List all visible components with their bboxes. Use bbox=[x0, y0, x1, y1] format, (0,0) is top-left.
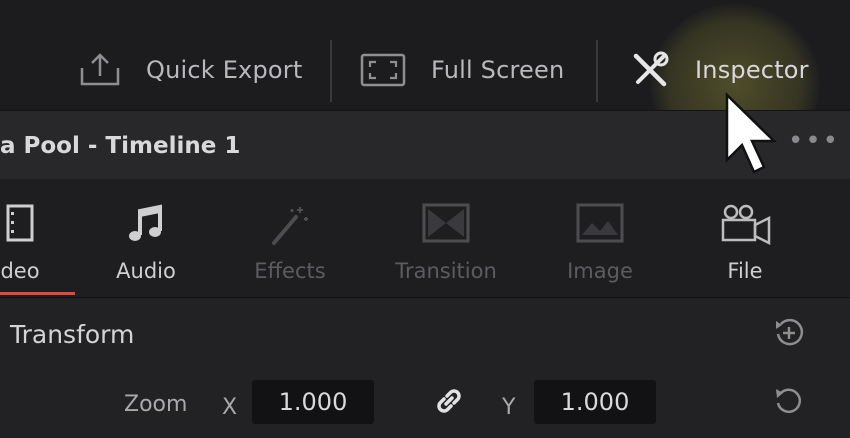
toolbar-divider bbox=[330, 40, 332, 102]
zoom-y-label: Y bbox=[502, 395, 516, 420]
export-upload-icon bbox=[78, 52, 122, 88]
audio-icon bbox=[100, 203, 192, 245]
tab-audio-label: Audio bbox=[116, 259, 176, 283]
tab-image[interactable]: Image bbox=[554, 179, 646, 297]
zoom-x-label: X bbox=[222, 395, 238, 420]
more-options-button[interactable]: ••• bbox=[788, 128, 840, 154]
tab-video-label: deo bbox=[0, 259, 40, 283]
video-icon bbox=[0, 203, 60, 245]
tab-effects[interactable]: Effects bbox=[240, 179, 340, 297]
add-keyframe-icon[interactable] bbox=[772, 316, 806, 354]
zoom-x-field[interactable]: 1.000 bbox=[252, 380, 374, 424]
tab-file[interactable]: File bbox=[700, 179, 790, 297]
tab-file-label: File bbox=[727, 259, 763, 283]
active-tab-indicator bbox=[0, 292, 75, 295]
toolbar-divider bbox=[596, 40, 598, 102]
top-toolbar: Quick Export Full Screen Inspector bbox=[0, 0, 850, 164]
tab-transition[interactable]: Transition bbox=[378, 179, 514, 297]
transform-section-title: Transform bbox=[10, 320, 135, 349]
zoom-label: Zoom bbox=[124, 392, 188, 417]
inspector-title-bar: a Pool - Timeline 1 bbox=[0, 110, 850, 180]
quick-export-label: Quick Export bbox=[146, 56, 303, 84]
zoom-y-field[interactable]: 1.000 bbox=[534, 380, 656, 424]
image-icon bbox=[554, 203, 646, 245]
full-screen-icon bbox=[360, 53, 406, 87]
transition-icon bbox=[378, 203, 514, 245]
tab-video[interactable]: deo bbox=[0, 179, 60, 297]
full-screen-label: Full Screen bbox=[431, 56, 565, 84]
transform-section: Transform Zoom X 1.000 Y 1.000 bbox=[0, 298, 850, 438]
full-screen-button[interactable]: Full Screen bbox=[360, 38, 564, 102]
panel-title: a Pool - Timeline 1 bbox=[0, 133, 241, 159]
reset-icon[interactable] bbox=[772, 384, 806, 422]
tab-transition-label: Transition bbox=[395, 259, 497, 283]
tab-effects-label: Effects bbox=[254, 259, 326, 283]
quick-export-button[interactable]: Quick Export bbox=[78, 38, 302, 102]
effects-wand-icon bbox=[240, 203, 340, 245]
inspector-tabs: deo Audio Effects Transition Image File bbox=[0, 179, 850, 297]
inspector-label: Inspector bbox=[695, 56, 809, 84]
mouse-cursor-icon bbox=[724, 92, 784, 186]
file-camera-icon bbox=[700, 203, 790, 245]
link-icon[interactable] bbox=[432, 384, 466, 422]
tab-image-label: Image bbox=[567, 259, 633, 283]
inspector-tools-icon bbox=[630, 50, 670, 90]
tab-audio[interactable]: Audio bbox=[100, 179, 192, 297]
